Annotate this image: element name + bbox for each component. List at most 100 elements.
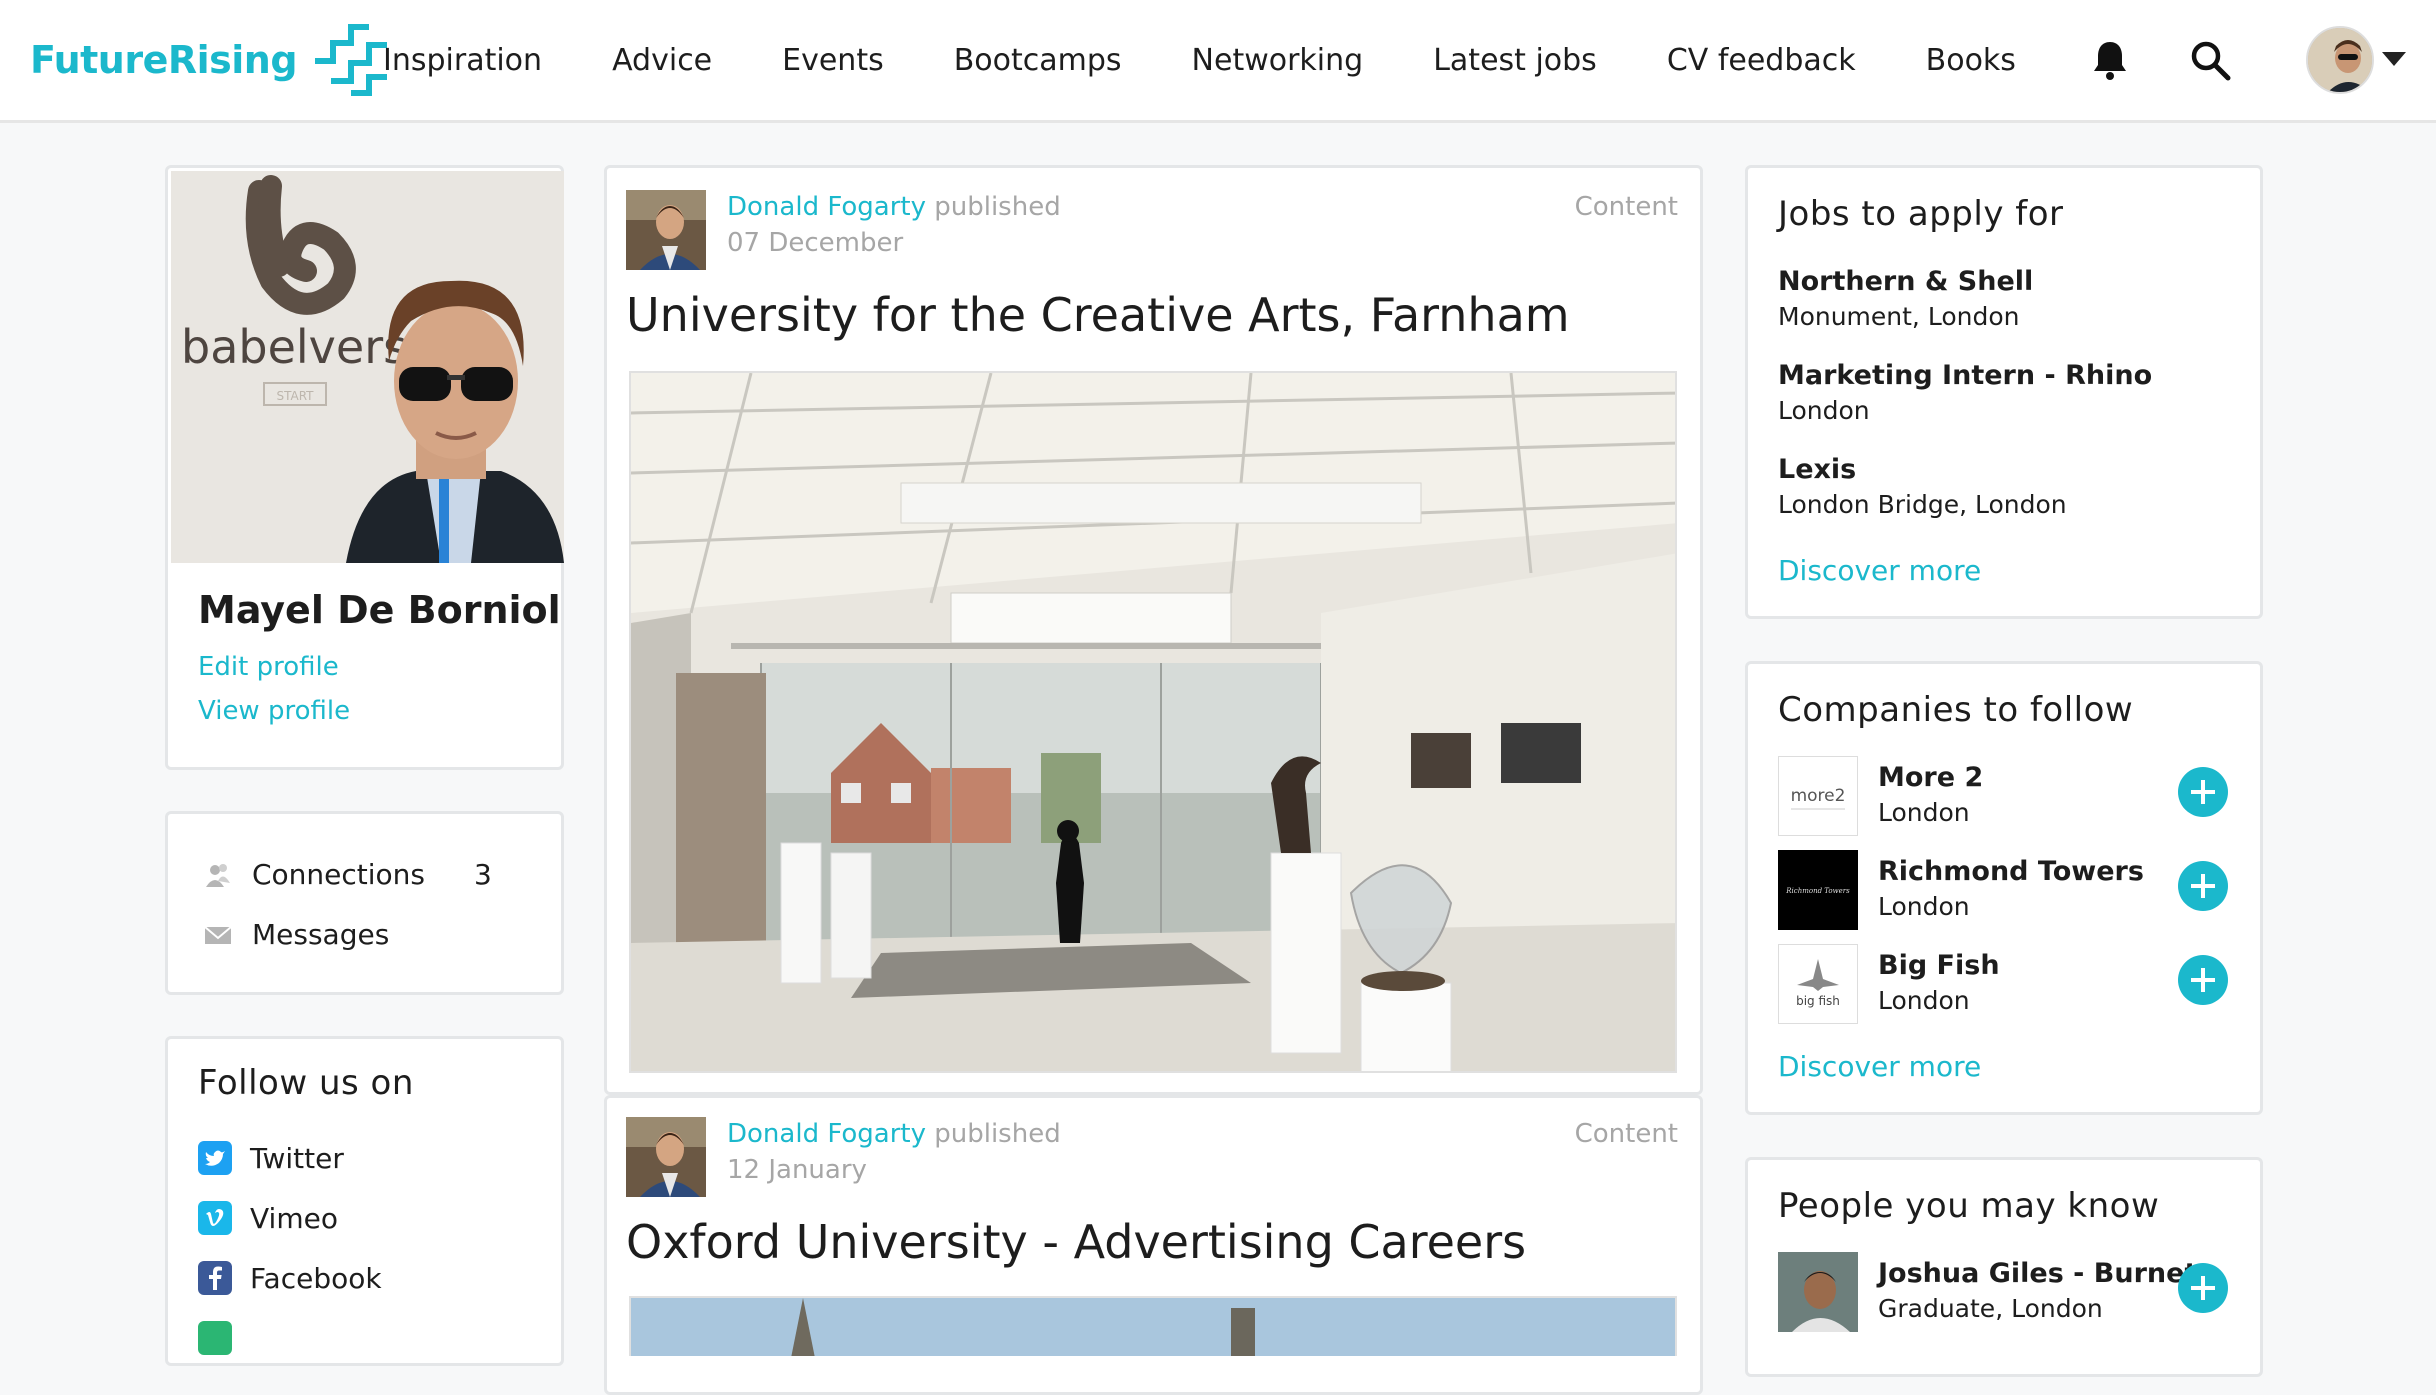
more2-logo-icon: more2 [1791,786,1846,810]
vimeo-link[interactable]: Vimeo [198,1201,338,1235]
bigfish-logo-icon: big fish [1796,959,1840,1008]
jobs-title: Jobs to apply for [1778,194,2064,234]
follow-us-card: Follow us on Twitter Vimeo Facebook [165,1036,564,1366]
nav-bootcamps[interactable]: Bootcamps [954,43,1122,78]
people-card: People you may know Joshua Giles - Burne… [1745,1157,2263,1377]
view-profile-link[interactable]: View profile [198,696,350,726]
oxford-skyline-image [631,1298,1675,1356]
job-title[interactable]: Northern & Shell [1778,266,2033,297]
nav-books[interactable]: Books [1926,43,2016,78]
logo-mark-icon [315,24,388,96]
profile-portrait-icon: babelverse START [171,171,564,563]
job-location: London [1778,396,1870,425]
post-category[interactable]: Content [1575,192,1678,222]
companies-title: Companies to follow [1778,690,2134,730]
messages-link[interactable]: Messages [204,918,389,951]
post-verb: published [934,1119,1061,1149]
nav-latest-jobs[interactable]: Latest jobs [1433,43,1597,78]
discover-more-companies-link[interactable]: Discover more [1778,1050,1981,1083]
twitter-label: Twitter [250,1141,344,1175]
companies-card: Companies to follow more2 More 2 London … [1745,661,2263,1115]
user-avatar[interactable] [2306,26,2374,94]
person-portrait-icon [1778,1252,1858,1332]
connections-label: Connections [252,858,426,891]
richmond-logo-text: Richmond Towers [1785,887,1850,895]
connections-link[interactable]: Connections [204,858,425,891]
discover-more-jobs-link[interactable]: Discover more [1778,554,1981,587]
job-location: London Bridge, London [1778,490,2067,519]
post-author-link[interactable]: Donald Fogarty [727,192,926,222]
vimeo-label: Vimeo [250,1201,338,1235]
author-portrait-icon [626,190,706,270]
twitter-icon [198,1141,232,1175]
company-name[interactable]: Richmond Towers [1878,856,2144,887]
next-social-icon[interactable] [198,1321,232,1355]
company-logo-bigfish[interactable]: big fish [1778,944,1858,1024]
logo-wordmark: FutureRising [30,38,298,82]
company-name[interactable]: More 2 [1878,762,1983,793]
person-avatar[interactable] [1778,1252,1858,1332]
nav-events[interactable]: Events [782,43,884,78]
facebook-icon [198,1261,232,1295]
company-location: London [1878,986,1970,1015]
avatar-portrait-icon [2308,28,2372,92]
profile-card: babelverse START Mayel De Borniol Edit p… [165,165,564,770]
edit-profile-link[interactable]: Edit profile [198,652,339,682]
profile-photo: babelverse START [171,171,564,563]
job-title[interactable]: Marketing Intern - Rhino [1778,360,2152,391]
connections-count: 3 [474,858,492,891]
company-location: London [1878,798,1970,827]
post-title[interactable]: University for the Creative Arts, Farnha… [626,288,1570,342]
post-byline: Donald Fogarty published [727,192,1061,222]
gallery-interior-image [631,373,1675,1071]
photo-sub-text: START [276,389,314,403]
company-name[interactable]: Big Fish [1878,950,2000,981]
nav-cv-feedback[interactable]: CV feedback [1667,43,1856,78]
post-image[interactable] [629,1296,1677,1356]
feed-post: Donald Fogarty published 07 December Con… [604,165,1703,1095]
richmond-logo-icon: Richmond Towers [1779,851,1857,929]
facebook-label: Facebook [250,1261,382,1295]
post-title[interactable]: Oxford University - Advertising Careers [626,1215,1526,1269]
bell-icon[interactable] [2088,38,2132,82]
company-logo-more2[interactable]: more2 [1778,756,1858,836]
follow-company-button[interactable] [2178,767,2228,817]
facebook-link[interactable]: Facebook [198,1261,382,1295]
vimeo-icon [198,1201,232,1235]
people-title: People you may know [1778,1186,2160,1226]
more2-logo-text: more2 [1791,786,1846,806]
author-avatar[interactable] [626,190,706,270]
post-category[interactable]: Content [1575,1119,1678,1149]
messages-label: Messages [252,918,390,951]
people-icon [206,863,230,887]
top-navbar: FutureRising Inspiration Advice Events B… [0,0,2436,123]
company-logo-richmond[interactable]: Richmond Towers [1778,850,1858,930]
feed-post: Donald Fogarty published 12 January Cont… [604,1095,1703,1395]
person-name[interactable]: Joshua Giles - Burnet... [1878,1258,2228,1289]
nav-networking[interactable]: Networking [1192,43,1364,78]
person-subtitle: Graduate, London [1878,1294,2103,1323]
twitter-link[interactable]: Twitter [198,1141,344,1175]
connections-card: Connections 3 Messages [165,811,564,995]
author-avatar[interactable] [626,1117,706,1197]
follow-company-button[interactable] [2178,955,2228,1005]
post-author-link[interactable]: Donald Fogarty [727,1119,926,1149]
search-icon[interactable] [2188,38,2232,82]
envelope-icon [204,925,232,944]
main-nav: Inspiration Advice Events Bootcamps Netw… [383,0,2086,120]
job-title[interactable]: Lexis [1778,454,1856,485]
profile-name: Mayel De Borniol [198,588,561,632]
connect-person-button[interactable] [2178,1263,2228,1313]
chevron-down-icon[interactable] [2382,52,2406,66]
follow-us-title: Follow us on [198,1063,414,1103]
post-date: 07 December [727,228,904,258]
post-date: 12 January [727,1155,867,1185]
futurerising-logo[interactable]: FutureRising [30,18,389,102]
company-location: London [1878,892,1970,921]
nav-inspiration[interactable]: Inspiration [383,43,542,78]
author-portrait-icon [626,1117,706,1197]
follow-company-button[interactable] [2178,861,2228,911]
post-image[interactable] [629,371,1677,1073]
jobs-card: Jobs to apply for Northern & Shell Monum… [1745,165,2263,619]
nav-advice[interactable]: Advice [612,43,712,78]
